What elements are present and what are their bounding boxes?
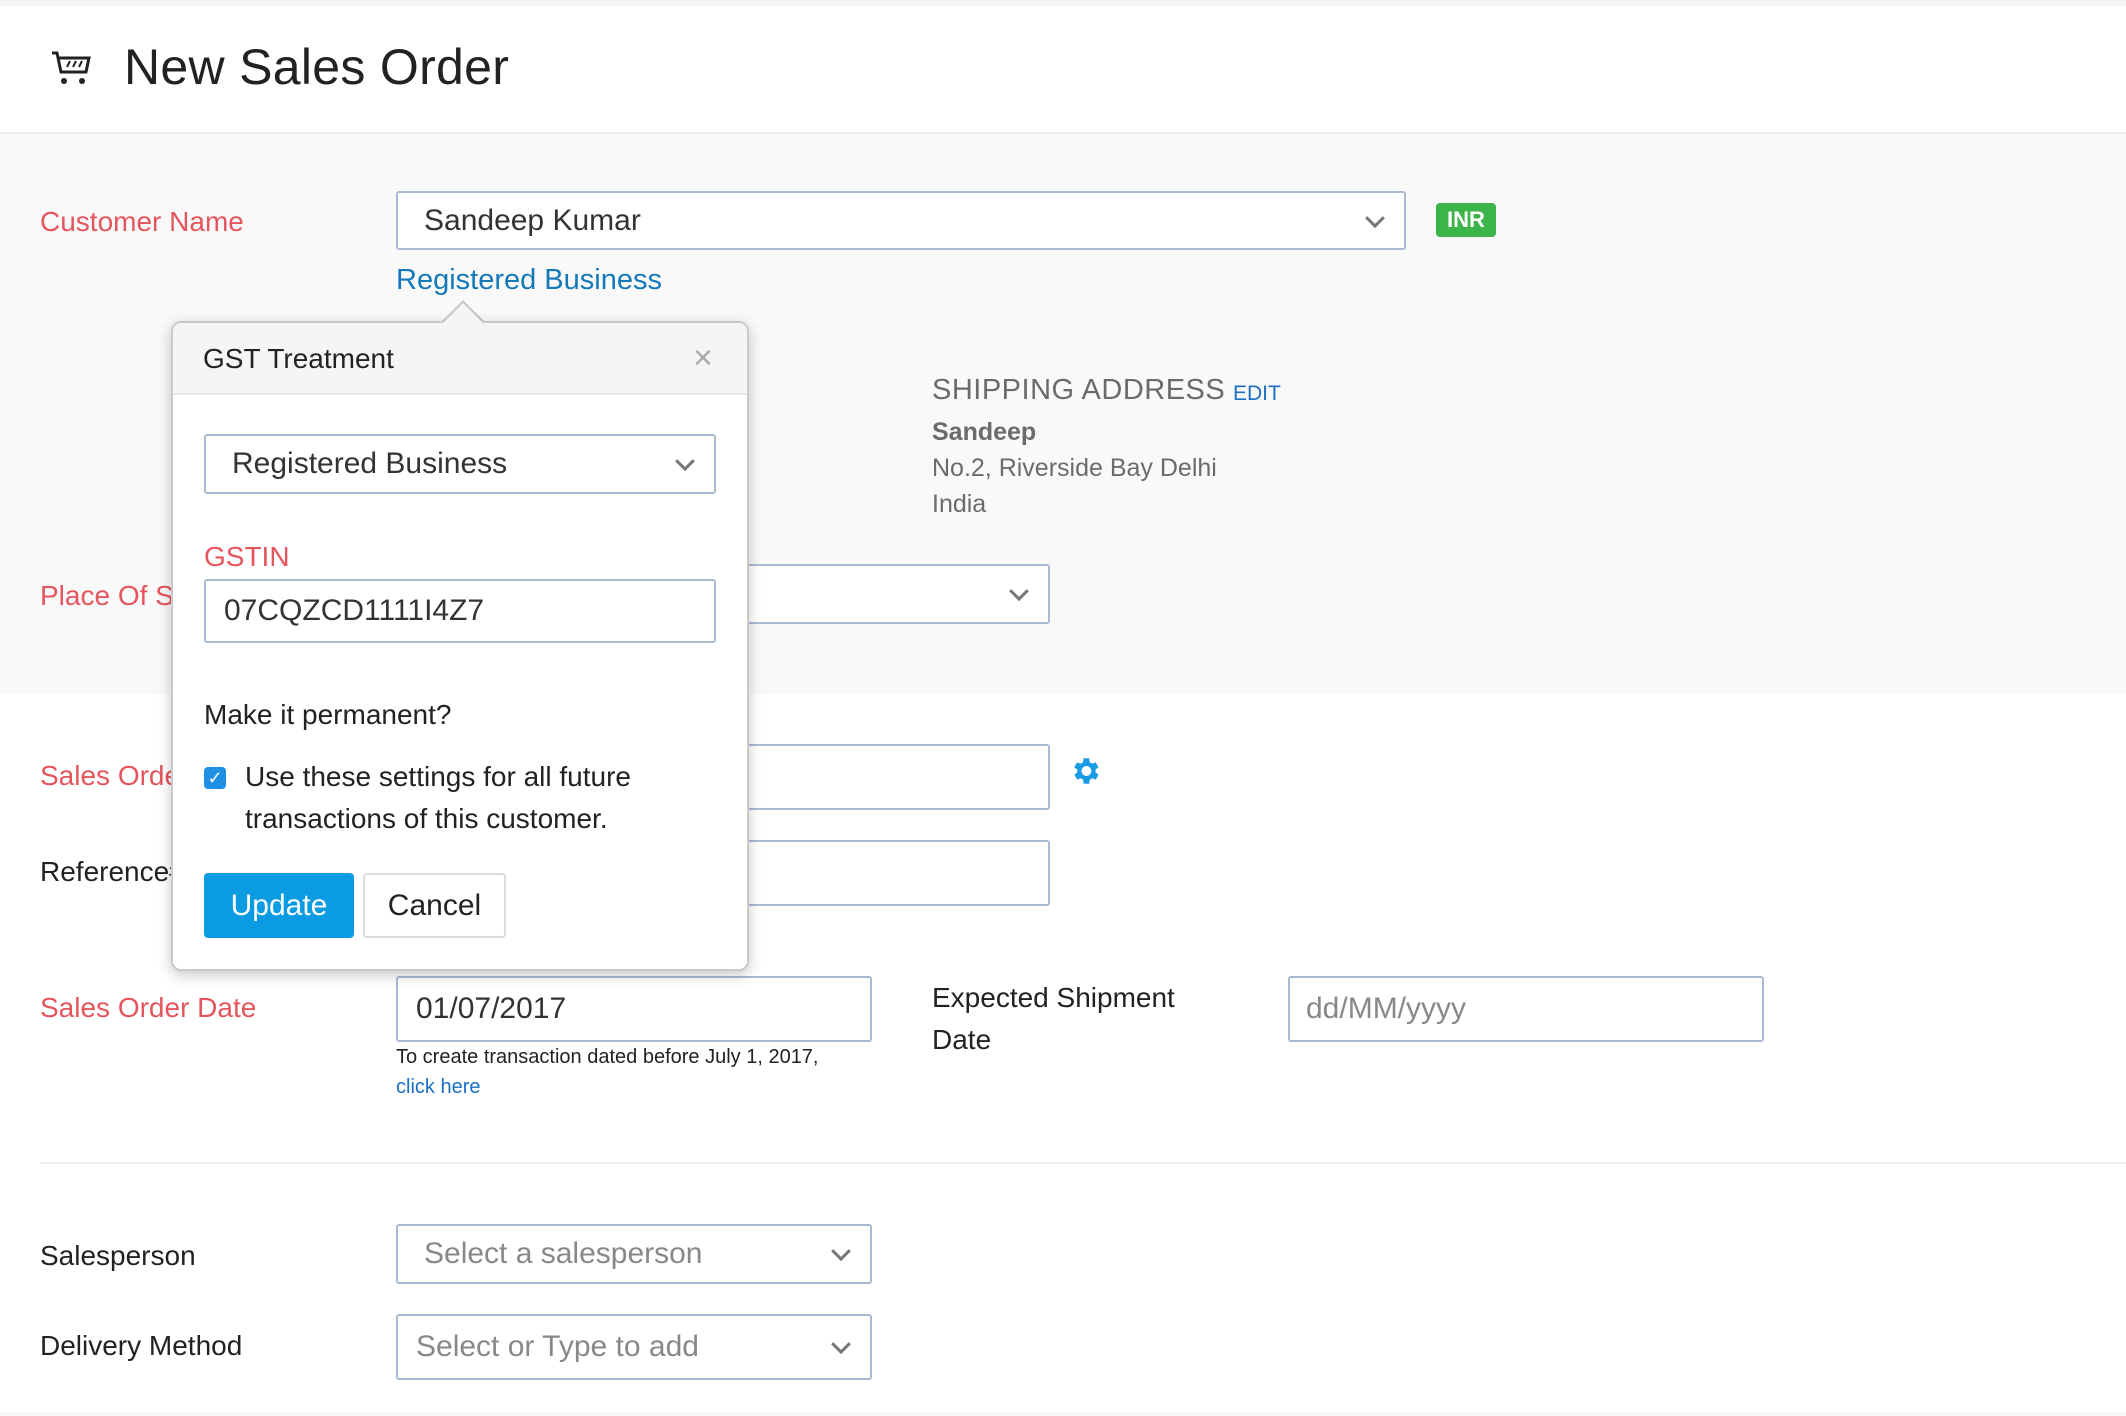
customer-name-label: Customer Name [40,206,244,237]
checkbox-label-line2: transactions of this customer. [245,803,608,834]
delivery-method-select[interactable]: Select or Type to add [396,1314,872,1380]
expected-shipment-date-input[interactable]: dd/MM/yyyy [1288,976,1764,1042]
gstin-label: GSTIN [204,541,290,572]
chevron-down-icon [675,451,695,472]
shipping-line1: No.2, Riverside Bay Delhi [932,454,1217,482]
bottom-strip [0,1412,2126,1416]
checkbox-label-line1: Use these settings for all future [245,761,631,792]
chevron-down-icon [1365,207,1385,228]
customer-name-select[interactable]: Sandeep Kumar [396,191,1406,250]
page-title: New Sales Order [124,39,510,95]
delivery-method-placeholder: Select or Type to add [416,1330,699,1363]
gst-treatment-value: Registered Business [232,447,508,480]
expected-shipment-label-line1: Expected Shipment [932,982,1175,1013]
close-icon[interactable]: × [693,339,713,378]
popover-header: GST Treatment × [173,323,747,395]
shopping-cart-icon [52,51,91,84]
shipping-address-heading: SHIPPING ADDRESS [932,374,1226,406]
cancel-button[interactable]: Cancel [363,873,506,938]
permanent-checkbox[interactable]: ✓ [204,767,226,789]
salesperson-label: Salesperson [40,1240,196,1271]
chevron-down-icon [831,1241,851,1262]
date-hint: To create transaction dated before July … [396,1046,819,1068]
popover-arrow-inner [443,303,483,323]
gear-icon[interactable] [1068,754,1102,788]
gstin-input[interactable]: 07CQZCD1111I4Z7 [204,579,716,643]
gst-treatment-select[interactable]: Registered Business [204,434,716,494]
update-button[interactable]: Update [204,873,354,938]
chevron-down-icon [831,1334,851,1355]
gst-treatment-popover: GST Treatment × Registered Business GSTI… [171,321,749,971]
make-permanent-question: Make it permanent? [204,699,452,730]
shipping-line2: India [932,490,987,518]
gst-treatment-link[interactable]: Registered Business [396,264,662,297]
sales-order-date-input[interactable]: 01/07/2017 [396,976,872,1042]
section-divider [40,1162,2126,1164]
customer-name-value: Sandeep Kumar [424,203,641,237]
reference-label: Reference# [40,856,185,887]
delivery-method-label: Delivery Method [40,1330,243,1361]
currency-badge: INR [1436,203,1496,237]
click-here-link[interactable]: click here [396,1076,480,1099]
chevron-down-icon [1009,581,1029,602]
sales-order-date-label: Sales Order Date [40,992,257,1023]
salesperson-placeholder: Select a salesperson [424,1237,703,1270]
salesperson-select[interactable]: Select a salesperson [396,1224,872,1284]
expected-shipment-placeholder: dd/MM/yyyy [1306,992,1467,1025]
edit-shipping-address-link[interactable]: EDIT [1233,382,1281,406]
popover-title: GST Treatment [203,343,394,374]
expected-shipment-label-line2: Date [932,1024,992,1055]
sales-order-date-value: 01/07/2017 [416,992,567,1025]
gstin-value: 07CQZCD1111I4Z7 [224,594,485,627]
shipping-name: Sandeep [932,418,1037,446]
